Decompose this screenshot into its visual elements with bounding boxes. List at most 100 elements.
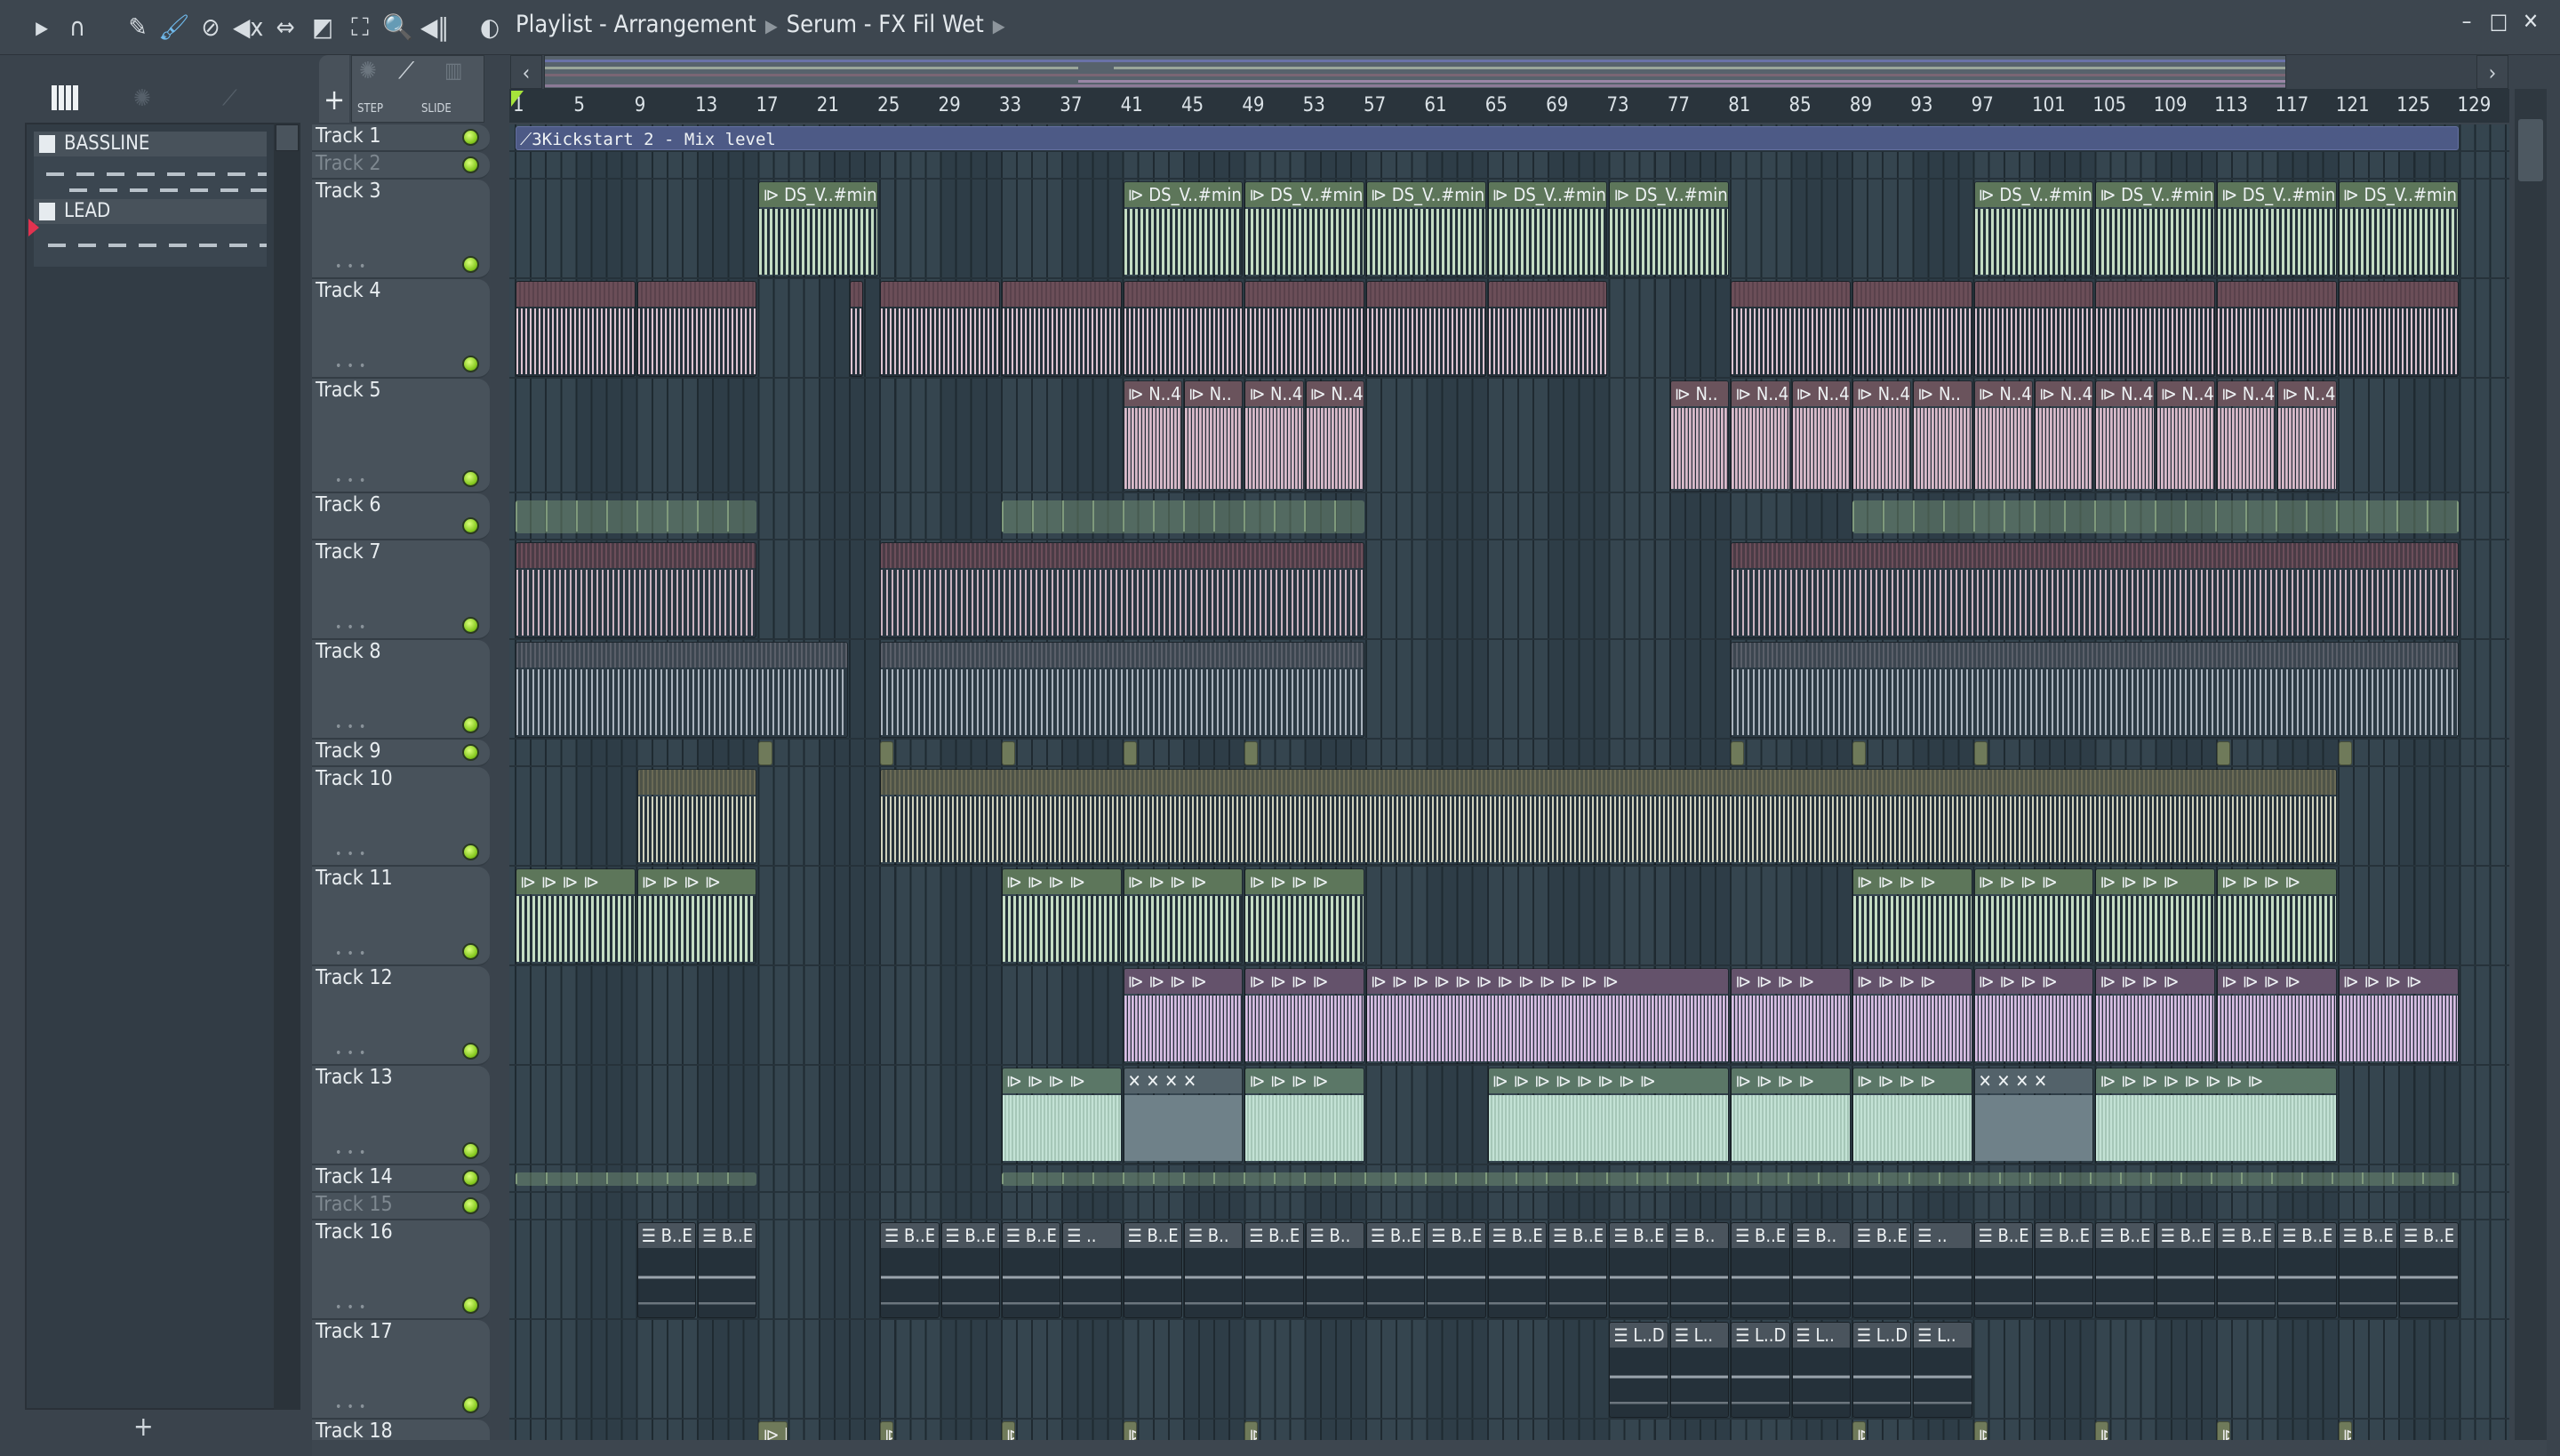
track-header[interactable]: Track 10 • • •: [312, 767, 490, 867]
pattern-clip[interactable]: ☰ B..E: [1244, 1222, 1304, 1318]
audio-clip[interactable]: ⧐ N..4: [1791, 380, 1851, 492]
pattern-clip[interactable]: ☰ B..: [1669, 1222, 1730, 1318]
audio-clip[interactable]: ⧐ N..4: [1123, 380, 1182, 492]
pattern-clip[interactable]: ☰ B..E: [2035, 1222, 2094, 1318]
audio-clip[interactable]: ⧐ ⧐ ⧐ ⧐: [1123, 868, 1244, 964]
paint-brush-icon[interactable]: 🖌: [158, 12, 190, 43]
zoom-icon[interactable]: 🔍: [382, 12, 413, 43]
pattern-clip-icon[interactable]: ▥: [444, 58, 462, 83]
audio-clip[interactable]: ⧐ ⧐ ⧐ ⧐: [1244, 868, 1365, 964]
track-lane[interactable]: [509, 1193, 2509, 1220]
minimize-button[interactable]: –: [2452, 9, 2482, 39]
audio-clip[interactable]: [2217, 281, 2337, 377]
track-header[interactable]: Track 13 • • •: [312, 1066, 490, 1165]
audio-clip[interactable]: [1001, 741, 1015, 765]
pattern-clip[interactable]: ☰ B..E: [2277, 1222, 2337, 1318]
audio-clip[interactable]: [1731, 741, 1745, 765]
breadcrumb-playlist[interactable]: Playlist - Arrangement: [516, 11, 756, 38]
slice-icon[interactable]: ◩: [308, 12, 338, 43]
audio-clip[interactable]: ⧐ ⧐ ⧐ ⧐: [1001, 1068, 1122, 1164]
track-menu-dots[interactable]: • • •: [335, 474, 366, 488]
audio-clip[interactable]: [2338, 741, 2352, 765]
audio-clip[interactable]: [1731, 542, 2459, 638]
track-menu-dots[interactable]: • • •: [335, 1146, 366, 1160]
track-header[interactable]: Track 2: [312, 152, 490, 180]
pattern-clip[interactable]: ☰ ..: [1062, 1222, 1122, 1318]
audio-clip[interactable]: ⧐ N..4: [2277, 380, 2337, 492]
timeline-ruler[interactable]: 1 5 9 13 17 21 25 29 33 37 41 45 49 53 57 61 65 69 73 77 81 8…: [509, 89, 2509, 123]
track-mute-led[interactable]: [462, 744, 479, 761]
audio-clip[interactable]: ⧐ N..4: [1731, 380, 1790, 492]
track-menu-dots[interactable]: • • •: [335, 1046, 366, 1060]
pattern-clip[interactable]: ☰ B..E: [2217, 1222, 2276, 1318]
track-mute-led[interactable]: [462, 256, 479, 273]
audio-clip[interactable]: [880, 741, 894, 765]
audio-clip[interactable]: ⧐ N..4: [2035, 380, 2094, 492]
pattern-clip[interactable]: ☰ B..E: [2338, 1222, 2398, 1318]
audio-clip[interactable]: ⧐ N..4: [1305, 380, 1365, 492]
audio-clip[interactable]: [2217, 741, 2231, 765]
track-header[interactable]: Track 14: [312, 1165, 490, 1193]
audio-clip[interactable]: ⧐ N..: [1669, 380, 1730, 492]
audio-clip[interactable]: ⧐ DS_V..#min: [2217, 181, 2337, 277]
pattern-clip[interactable]: ☰ B..E: [636, 1222, 697, 1318]
track-menu-dots[interactable]: • • •: [335, 620, 366, 635]
automation-icon[interactable]: ⟋: [222, 85, 237, 110]
track-mute-led[interactable]: [462, 129, 479, 146]
track-lane[interactable]: [509, 1420, 2509, 1440]
pattern-clip[interactable]: ☰ B..E: [698, 1222, 757, 1318]
track-header[interactable]: Track 1: [312, 124, 490, 152]
track-menu-dots[interactable]: • • •: [335, 947, 366, 961]
track-header[interactable]: Track 18• • •: [312, 1420, 490, 1440]
audio-clip[interactable]: ⧐ ⧐ ⧐ ⧐: [1244, 1068, 1365, 1164]
audio-clip[interactable]: ⧐ ⧐ ⧐ ⧐: [1973, 968, 2094, 1064]
audio-clip[interactable]: ⧐ ⧐ ⧐ ⧐ ⧐ ⧐ ⧐ ⧐: [2095, 1068, 2337, 1164]
audio-clip[interactable]: [516, 642, 848, 738]
audio-clip[interactable]: ⧐ N..4: [1852, 380, 1912, 492]
audio-clip[interactable]: [1001, 281, 1122, 377]
audio-clip[interactable]: [1852, 500, 2459, 533]
audio-clip[interactable]: [516, 542, 757, 638]
audio-clip[interactable]: [758, 741, 772, 765]
audio-clip[interactable]: ⧐ N..: [1183, 380, 1244, 492]
audio-clip[interactable]: [1123, 741, 1137, 765]
audio-clip[interactable]: [2338, 281, 2459, 377]
audio-clip[interactable]: ⧐ ⧐ ⧐ ⧐: [1852, 868, 1972, 964]
track-menu-dots[interactable]: • • •: [335, 1300, 366, 1315]
pattern-clip[interactable]: ☰ L..: [1913, 1322, 1972, 1418]
audio-clip[interactable]: ⧐ DS_V..#min: [1973, 181, 2094, 277]
audio-clip[interactable]: ⧐: [2095, 1421, 2109, 1440]
pattern-clip[interactable]: ☰ L..: [1791, 1322, 1851, 1418]
track-lane[interactable]: [509, 152, 2509, 180]
audio-clip[interactable]: ⧐ ⧐ ⧐ ⧐: [1852, 1068, 1972, 1164]
audio-clip[interactable]: [1973, 741, 1988, 765]
track-header[interactable]: Track 3 • • •: [312, 180, 490, 279]
track-header[interactable]: Track 7 • • •: [312, 540, 490, 640]
channel-lead[interactable]: LEAD: [34, 199, 267, 267]
audio-clip[interactable]: [516, 281, 636, 377]
track-header[interactable]: Track 17 • • •: [312, 1320, 490, 1420]
slide-toggle[interactable]: SLIDE: [421, 102, 452, 116]
song-position-marker[interactable]: [511, 91, 524, 107]
audio-clip[interactable]: ✕ ✕ ✕ ✕: [1123, 1068, 1244, 1164]
step-toggle[interactable]: STEP: [357, 102, 383, 116]
audio-clip[interactable]: ⧐ DS_V..#min: [2338, 181, 2459, 277]
audio-clip[interactable]: ⧐ ⧐ ⧐ ⧐: [2338, 968, 2459, 1064]
audio-clip[interactable]: [1001, 500, 1365, 533]
pattern-clip[interactable]: ☰ B..E: [2095, 1222, 2155, 1318]
mute-icon[interactable]: ◀x: [233, 12, 263, 43]
audio-clip[interactable]: ⧐ DS_V..#min: [1123, 181, 1244, 277]
breadcrumb-plugin[interactable]: Serum - FX Fil Wet: [787, 11, 984, 38]
audio-clip[interactable]: [1731, 642, 2459, 738]
track-mute-led[interactable]: [462, 617, 479, 634]
audio-clip[interactable]: [1366, 281, 1486, 377]
audio-clip[interactable]: [516, 500, 757, 533]
track-header[interactable]: Track 16 • • •: [312, 1220, 490, 1320]
audio-clip[interactable]: [1001, 1172, 2459, 1186]
pencil-icon[interactable]: ✎: [123, 12, 153, 43]
track-menu-dots[interactable]: • • •: [335, 720, 366, 734]
audio-clip[interactable]: ⧐ ⧐ ⧐ ⧐: [1123, 968, 1244, 1064]
audio-clip[interactable]: [636, 281, 757, 377]
audio-clip[interactable]: [1244, 741, 1259, 765]
audio-clip[interactable]: [880, 642, 1365, 738]
